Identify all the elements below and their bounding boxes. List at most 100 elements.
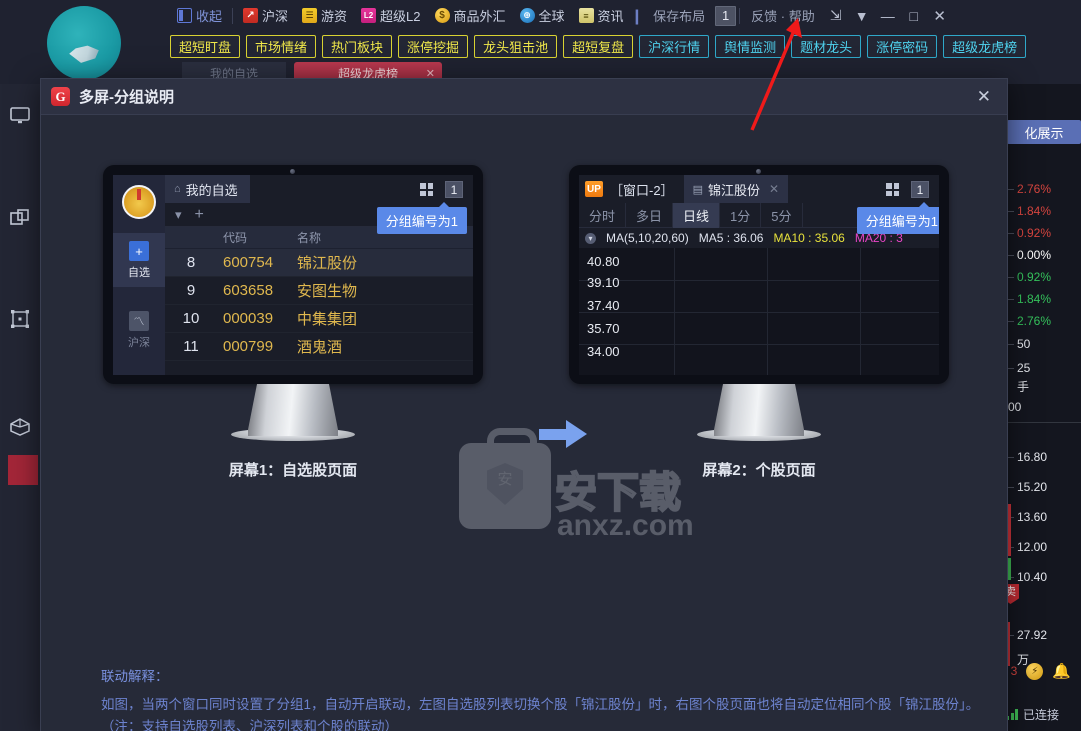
group-tooltip-left: 分组编号为1 (376, 202, 467, 234)
period-1min[interactable]: 1分 (720, 202, 762, 228)
explanation-line-2: （注：支持自选股列表、沪深列表和个股的联动） (101, 719, 398, 731)
period-5min[interactable]: 5分 (761, 202, 803, 228)
toolbar-item-hushen[interactable]: 沪深 (236, 0, 295, 31)
toolbar-item-super-l2[interactable]: 超级L2 (354, 0, 427, 31)
explanation-title: 联动解释： (101, 669, 169, 684)
youzi-icon (302, 8, 318, 23)
plus-icon: + (129, 241, 149, 261)
crop-icon[interactable] (0, 288, 40, 350)
toolbar-label: 资讯 (597, 9, 624, 24)
toolbar-item-collapse[interactable]: 收起 (170, 0, 229, 31)
chip-ticailongtou[interactable]: 题材龙头 (791, 34, 862, 58)
feedback-help-button[interactable]: 反馈 · 帮助 (743, 6, 823, 25)
scale-value: 1.84% (1017, 292, 1052, 306)
sidebar-item-hushen[interactable]: 〽 沪深 (113, 303, 165, 357)
table-row[interactable]: 10 000039 中集集团 (165, 305, 473, 333)
toolbar-label: 收起 (196, 9, 223, 24)
toolbar-item-news[interactable]: 资讯 (572, 0, 631, 31)
toolbar-item-global[interactable]: 全球 (513, 0, 572, 31)
shield-icon[interactable]: ⚡ (1026, 662, 1044, 680)
tab-my-watchlist[interactable]: ⌂ 我的自选 (165, 175, 250, 203)
scale-value: 1.84% (1017, 204, 1052, 218)
volume-value: 50 (1017, 337, 1031, 351)
dialog-close-button[interactable]: ✕ (971, 87, 997, 107)
monitor-right-screen: UP ［窗口-2］ ▤ 锦江股份 ✕ 1 分时 多日 日线 1分 5分 分组编号… (579, 175, 939, 375)
maximize-button[interactable]: □ (901, 8, 927, 24)
table-row[interactable]: 9 603658 安图生物 (165, 277, 473, 305)
chevron-down-icon[interactable]: ▾ (175, 207, 182, 223)
cell-name: 锦江股份 (297, 255, 358, 272)
save-layout-button[interactable]: 保存布局 (643, 6, 715, 25)
explanation-block: 联动解释： 如图，当两个窗口同时设置了分组1，自动开启联动，左图自选股列表切换个… (101, 665, 981, 731)
dialog-body: + 自选 〽 沪深 ⌂ 我的自选 1 ▾ + 分组编号为1 代码 名称 8 60… (41, 115, 1007, 731)
chip-hushenhangqing[interactable]: 沪深行情 (639, 34, 710, 58)
volume-unit: 手 (1017, 379, 1030, 394)
ma5-value: MA5 : 36.06 (698, 231, 764, 245)
watchlist-tabbar: ⌂ 我的自选 1 (165, 175, 473, 203)
period-rixian[interactable]: 日线 (673, 202, 721, 228)
group-number-badge[interactable]: 1 (445, 181, 463, 198)
rail-active-indicator[interactable] (8, 455, 38, 485)
app-logo-icon: G (51, 87, 70, 106)
close-button[interactable]: ✕ (927, 7, 953, 25)
cell-index: 10 (182, 310, 200, 327)
monitor-icon[interactable] (0, 84, 40, 146)
tab-stock[interactable]: ▤ 锦江股份 ✕ (683, 175, 789, 203)
close-icon[interactable]: ✕ (769, 182, 779, 196)
table-row[interactable]: 11 000799 酒鬼酒 (165, 333, 473, 361)
group-number-badge[interactable]: 1 (911, 181, 929, 198)
chip-chaojilonghubang[interactable]: 超级龙虎榜 (943, 34, 1027, 58)
visualize-button[interactable]: 化展示 (1007, 120, 1081, 144)
group-number-badge[interactable]: 1 (715, 5, 737, 26)
sidebar-item-label: 沪深 (128, 337, 150, 349)
period-duori[interactable]: 多日 (626, 202, 674, 228)
toolbar-divider (739, 7, 741, 24)
y-axis-label: 39.10 (587, 275, 620, 290)
toolbar-item-commodity[interactable]: 商品外汇 (428, 0, 513, 31)
news-icon (578, 8, 594, 23)
panel-status-icons: 3 ⚡ 🔔 (1000, 657, 1081, 685)
chip-remenbankuai[interactable]: 热门板块 (322, 34, 393, 58)
secondary-toolbar: 超短盯盘 市场情绪 热门板块 涨停挖掘 龙头狙击池 超短复盘 沪深行情 舆情监测… (170, 34, 1027, 58)
scale-value: 0.92% (1017, 226, 1052, 240)
price-value: 12.00 (1017, 540, 1048, 554)
bell-icon[interactable]: 🔔 (1052, 662, 1071, 680)
add-icon[interactable]: + (195, 206, 204, 224)
toolbar-item-youzi[interactable]: 游资 (295, 0, 354, 31)
cell-code: 000799 (223, 338, 274, 355)
cell-name: 中集集团 (297, 311, 358, 328)
chip-chaoduanfupan[interactable]: 超短复盘 (563, 34, 634, 58)
restore-arrow-icon[interactable]: ⇲ (823, 7, 849, 24)
minimize-button[interactable]: — (875, 8, 901, 24)
cell-code: 000039 (223, 310, 274, 327)
tab-label: 我的自选 (185, 182, 238, 198)
chip-zhangtingmima[interactable]: 涨停密码 (867, 34, 938, 58)
table-row[interactable]: 8 600754 锦江股份 (165, 249, 473, 277)
chevron-down-icon[interactable]: ▼ (849, 8, 875, 24)
windows-icon[interactable] (0, 186, 40, 248)
collapse-indicator-icon[interactable]: ▾ (585, 232, 596, 244)
volume-value: 25 (1017, 361, 1031, 375)
watermark-subtext: anxz.com (557, 509, 694, 542)
toolbar-label: 全球 (538, 9, 565, 24)
avatar[interactable] (122, 185, 156, 219)
dialog-titlebar: G 多屏-分组说明 ✕ (41, 79, 1007, 115)
chip-zhangtingwajue[interactable]: 涨停挖掘 (398, 34, 469, 58)
group-tooltip-right: 分组编号为1 (856, 202, 939, 234)
chip-shichangqingxu[interactable]: 市场情绪 (246, 34, 317, 58)
scale-value: 0.92% (1017, 270, 1052, 284)
grid-icon[interactable] (420, 183, 433, 196)
sidebar-item-zixuan[interactable]: + 自选 (113, 233, 165, 287)
grid-icon[interactable] (886, 183, 899, 196)
kline-chart-area[interactable]: 40.80 39.10 37.40 35.70 34.00 (579, 248, 939, 375)
left-rail (0, 84, 40, 731)
cube-icon[interactable] (0, 396, 40, 458)
monitor-left: + 自选 〽 沪深 ⌂ 我的自选 1 ▾ + 分组编号为1 代码 名称 8 60… (103, 165, 483, 480)
document-icon: ▤ (692, 183, 703, 196)
collapse-icon (177, 8, 192, 23)
chip-longtoujujichi[interactable]: 龙头狙击池 (474, 34, 558, 58)
chip-chaoduandingpan[interactable]: 超短盯盘 (170, 34, 241, 58)
period-fenshi[interactable]: 分时 (579, 202, 627, 228)
chart-icon: 〽 (129, 311, 149, 331)
chip-yuqingjiance[interactable]: 舆情监测 (715, 34, 786, 58)
